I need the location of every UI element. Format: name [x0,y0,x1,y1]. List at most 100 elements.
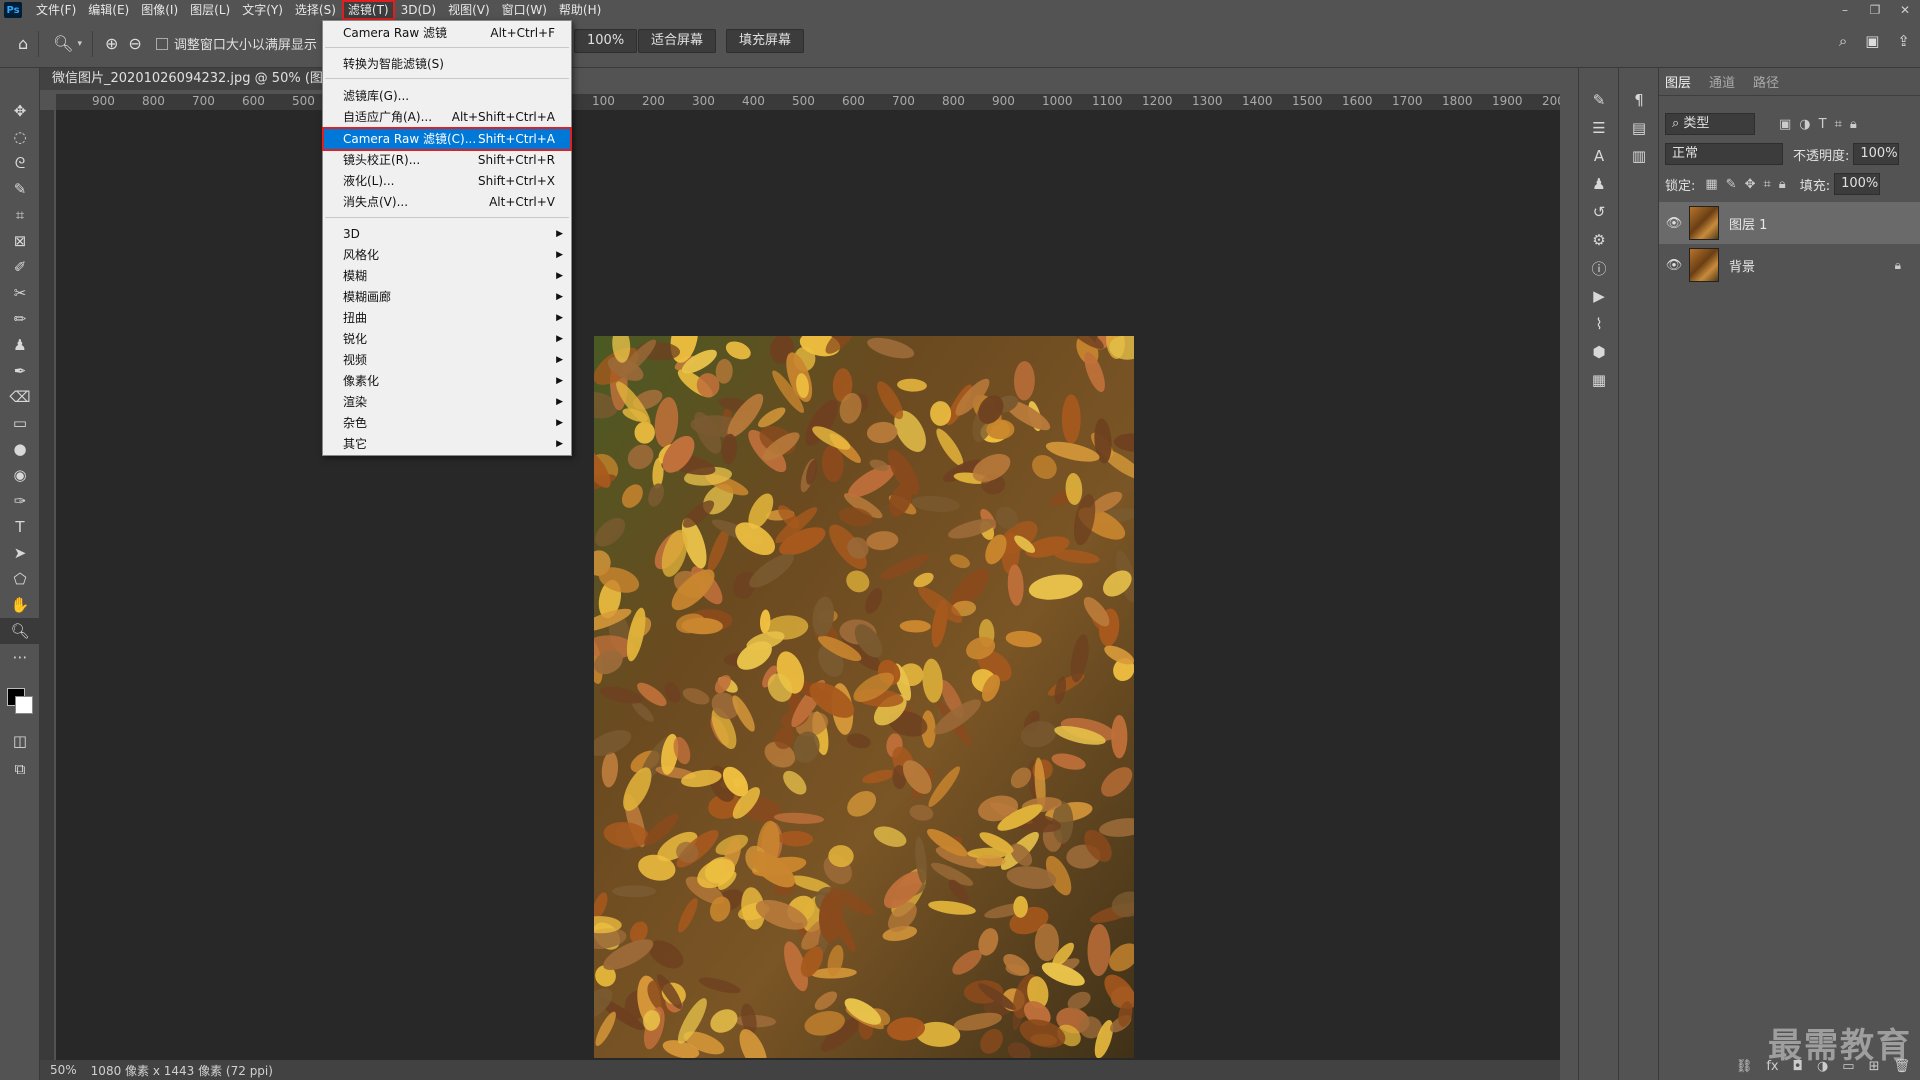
menu-item-lens-correction[interactable]: 镜头校正(R)... Shift+Ctrl+R [323,150,571,170]
link-icon[interactable]: ⛓ [1736,1059,1753,1074]
move-tool-icon[interactable]: ✥ [0,98,40,124]
properties-icon[interactable]: ⚙ [1579,226,1619,254]
chevron-down-icon[interactable]: ▾ [77,39,82,49]
menu-filter[interactable]: 滤镜(T) [341,0,395,20]
path-select-icon[interactable]: ➤ [0,540,40,566]
zoom-in-icon[interactable]: ⊕ [105,34,118,53]
eyedropper-icon[interactable]: ✐ [0,254,40,280]
clone-stamp-icon[interactable]: ♟ [0,332,40,358]
menu-item-render[interactable]: 渲染 ▶ [323,392,571,412]
fill-field[interactable]: 100% [1834,173,1881,195]
home-icon[interactable]: ⌂ [18,34,28,53]
menu-view[interactable]: 视图(V) [442,0,496,20]
menu-item-vanishing-point[interactable]: 消失点(V)... Alt+Ctrl+V [323,192,571,212]
info-icon[interactable]: ⓘ [1579,254,1619,282]
frame-tool-icon[interactable]: ⊠ [0,228,40,254]
menu-help[interactable]: 帮助(H) [553,0,607,20]
brush-tool-icon[interactable]: ✏ [0,306,40,332]
close-icon[interactable]: ✕ [1890,0,1920,20]
menu-item-blur[interactable]: 模糊 ▶ [323,266,571,286]
menu-item-camera-raw-last[interactable]: Camera Raw 滤镜 Alt+Ctrl+F [323,23,571,43]
lasso-tool-icon[interactable]: ᘓ [0,150,40,176]
healing-brush-icon[interactable]: ✂ [0,280,40,306]
layer-filter-icons[interactable]: ▣◑T⌗🔒︎ [1779,117,1865,132]
history-brush-icon[interactable]: ✒ [0,358,40,384]
marquee-tool-icon[interactable]: ◌ [0,124,40,150]
tab-paths[interactable]: 路径 [1753,72,1779,91]
fit-screen-button[interactable]: 适合屏幕 [638,29,717,53]
eraser-tool-icon[interactable]: ⌫ [0,384,40,410]
eye-icon[interactable]: 👁︎ [1659,258,1689,273]
timeline-icon[interactable]: ▦ [1579,366,1619,394]
menu-window[interactable]: 窗口(W) [496,0,553,20]
blur-tool-icon[interactable]: ● [0,436,40,462]
document-info[interactable]: 1080 像素 x 1443 像素 (72 ppi) [91,1062,273,1079]
menu-item-other[interactable]: 其它 ▶ [323,434,571,454]
shape-tool-icon[interactable]: ⬠ [0,566,40,592]
menu-type[interactable]: 文字(Y) [236,0,289,20]
minimize-icon[interactable]: – [1830,0,1860,20]
menu-item-distort[interactable]: 扭曲 ▶ [323,308,571,328]
crop-tool-icon[interactable]: ⌗ [0,202,40,228]
menu-item-filter-gallery[interactable]: 滤镜库(G)... [323,86,571,106]
layer-row-background[interactable]: 👁︎ 背景 🔒︎ [1659,244,1920,286]
hand-tool-icon[interactable]: ✋ [0,592,40,618]
zoom-tool-icon[interactable]: 🔍︎ [53,34,73,53]
share-icon[interactable]: ⇪ [1897,32,1910,50]
3d-icon[interactable]: ⬢ [1579,338,1619,366]
lock-icons[interactable]: ▦✎✥⌗🔒︎ [1705,177,1793,192]
gradient-tool-icon[interactable]: ▭ [0,410,40,436]
menu-image[interactable]: 图像(I) [135,0,184,20]
eye-icon[interactable]: 👁︎ [1659,216,1689,231]
paragraph-icon[interactable]: ¶ [1619,86,1659,114]
zoom-tool-icon[interactable]: 🔍︎ [0,618,40,644]
clone-source-icon[interactable]: ♟ [1579,170,1619,198]
notes-icon[interactable]: ▥ [1619,142,1659,170]
zoom-level[interactable]: 50% [50,1063,77,1077]
menu-item-convert-smart-filter[interactable]: 转换为智能滤镜(S) [323,54,571,74]
resize-windows-checkbox[interactable] [155,37,168,50]
canvas-area[interactable] [56,110,1560,1060]
screen-mode-icon[interactable]: ⧉ [0,756,40,782]
tab-channels[interactable]: 通道 [1709,72,1735,91]
menu-3d[interactable]: 3D(D) [395,0,442,20]
restore-icon[interactable]: ❐ [1860,0,1890,20]
background-color-swatch[interactable] [15,696,33,714]
zoom-100-button[interactable]: 100% [574,29,638,53]
layer-filter-select[interactable]: ⌕ 类型 [1665,113,1755,135]
menu-layer[interactable]: 图层(L) [184,0,236,20]
menu-edit[interactable]: 编辑(E) [82,0,135,20]
search-icon[interactable]: ⌕ [1839,32,1847,50]
menu-select[interactable]: 选择(S) [289,0,342,20]
tab-layers[interactable]: 图层 [1665,72,1691,91]
menu-item-blur-gallery[interactable]: 模糊画廊 ▶ [323,287,571,307]
menu-file[interactable]: 文件(F) [30,0,82,20]
layer-row-layer1[interactable]: 👁︎ 图层 1 [1659,202,1920,244]
workspace-icon[interactable]: ▣ [1865,32,1879,50]
quick-mask-icon[interactable]: ◫ [0,728,40,754]
menu-item-liquify[interactable]: 液化(L)... Shift+Ctrl+X [323,171,571,191]
menu-item-3d[interactable]: 3D ▶ [323,224,571,244]
dodge-tool-icon[interactable]: ◉ [0,462,40,488]
zoom-out-icon[interactable]: ⊖ [128,34,141,53]
opacity-field[interactable]: 100% [1853,143,1900,165]
fill-screen-button[interactable]: 填充屏幕 [726,29,805,53]
menu-item-camera-raw-filter[interactable]: Camera Raw 滤镜(C)... Shift+Ctrl+A [322,127,572,151]
menu-item-video[interactable]: 视频 ▶ [323,350,571,370]
blend-mode-select[interactable]: 正常 [1665,143,1783,165]
libraries-icon[interactable]: ▤ [1619,114,1659,142]
menu-item-sharpen[interactable]: 锐化 ▶ [323,329,571,349]
menu-item-adaptive-wide-angle[interactable]: 自适应广角(A)... Alt+Shift+Ctrl+A [323,107,571,127]
paths-icon[interactable]: ⌇ [1579,310,1619,338]
more-tools-icon[interactable]: ⋯ [0,644,40,670]
menu-item-noise[interactable]: 杂色 ▶ [323,413,571,433]
actions-icon[interactable]: ▶ [1579,282,1619,310]
adjustments-icon[interactable]: ☰ [1579,114,1619,142]
type-tool-icon[interactable]: T [0,514,40,540]
menu-item-stylize[interactable]: 风格化 ▶ [323,245,571,265]
history-icon[interactable]: ↺ [1579,198,1619,226]
quick-select-icon[interactable]: ✎ [0,176,40,202]
character-icon[interactable]: A [1579,142,1619,170]
brush-settings-icon[interactable]: ✎ [1579,86,1619,114]
menu-item-pixelate[interactable]: 像素化 ▶ [323,371,571,391]
